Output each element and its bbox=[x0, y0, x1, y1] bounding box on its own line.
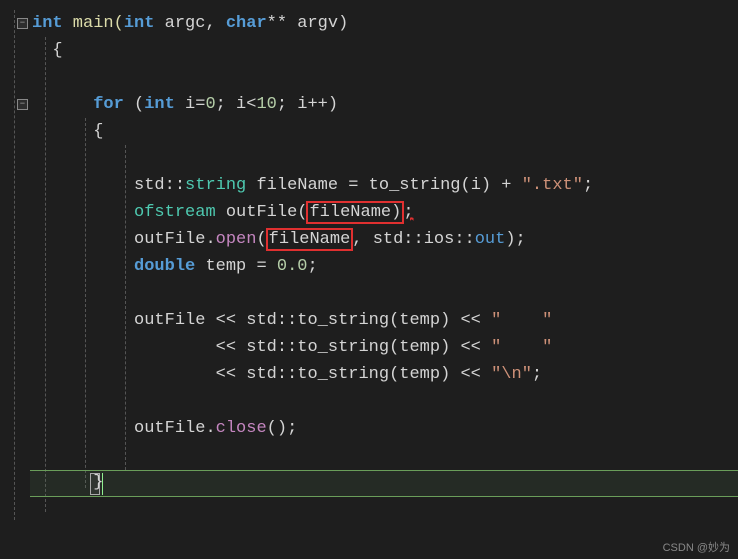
code-line[interactable] bbox=[0, 280, 738, 307]
code-line[interactable]: outFile << std::to_string(temp) << " " bbox=[0, 307, 738, 334]
code-line[interactable]: outFile.open(fileName, std::ios::out); bbox=[0, 226, 738, 253]
code-line[interactable]: { bbox=[0, 118, 738, 145]
code-line[interactable] bbox=[0, 64, 738, 91]
code-line[interactable] bbox=[0, 388, 738, 415]
fold-minus-icon[interactable]: − bbox=[17, 99, 28, 110]
code-line[interactable]: outFile.close(); bbox=[0, 415, 738, 442]
code-line[interactable] bbox=[0, 442, 738, 469]
code-line[interactable]: { bbox=[0, 37, 738, 64]
error-highlight: fileName bbox=[266, 228, 354, 251]
code-line[interactable]: ofstream outFile(fileName); bbox=[0, 199, 738, 226]
error-highlight: fileName) bbox=[306, 201, 404, 224]
code-line[interactable]: − for (int i=0; i<10; i++) bbox=[0, 91, 738, 118]
watermark: CSDN @妙为 bbox=[663, 539, 730, 555]
error-squiggle: ; bbox=[403, 203, 413, 222]
code-line[interactable]: − int main(int argc, char** argv) bbox=[0, 10, 738, 37]
code-line[interactable]: std::string fileName = to_string(i) + ".… bbox=[0, 172, 738, 199]
code-line[interactable] bbox=[0, 145, 738, 172]
code-editor[interactable]: − int main(int argc, char** argv) { − fo… bbox=[0, 0, 738, 559]
code-line[interactable]: } bbox=[0, 469, 738, 496]
fold-minus-icon[interactable]: − bbox=[17, 18, 28, 29]
code-line[interactable]: << std::to_string(temp) << " " bbox=[0, 334, 738, 361]
code-line[interactable]: double temp = 0.0; bbox=[0, 253, 738, 280]
code-line[interactable]: << std::to_string(temp) << "\n"; bbox=[0, 361, 738, 388]
